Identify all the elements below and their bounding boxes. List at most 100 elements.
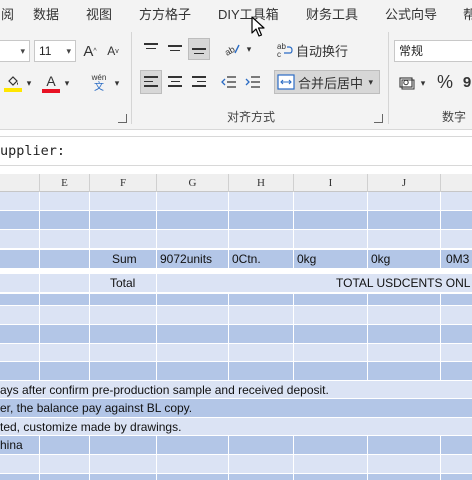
total-amount-text: TOTAL USDCENTS ONL (336, 276, 471, 290)
align-right-button[interactable] (188, 70, 210, 94)
mouse-cursor-icon (251, 16, 265, 37)
font-dialog-launcher[interactable] (118, 114, 127, 123)
row-divider (0, 473, 472, 474)
tab-diy-toolbox[interactable]: DIY工具箱 (218, 4, 279, 23)
column-header-k[interactable] (441, 174, 472, 192)
row-divider (0, 210, 472, 211)
tab-finance-tools[interactable]: 财务工具 (306, 4, 358, 23)
table-row[interactable]: ted, customize made by drawings. (0, 418, 472, 436)
balance-terms-text: er, the balance pay against BL copy. (0, 401, 193, 415)
column-header-j[interactable]: J (368, 174, 441, 192)
group-separator (131, 32, 132, 124)
grow-font-icon: A (83, 42, 94, 60)
tab-review[interactable]: 审阅 (0, 4, 14, 23)
row-divider (0, 380, 472, 381)
number-group-label: 数字 (442, 110, 467, 124)
row-divider (0, 273, 472, 274)
column-h-cells (229, 192, 294, 274)
tab-formula-wizard[interactable]: 公式向导 (385, 4, 437, 23)
column-d-cells (0, 192, 40, 381)
column-header-g[interactable]: G (157, 174, 229, 192)
paint-bucket-icon (8, 76, 18, 86)
phonetic-button[interactable]: wén 文 (88, 70, 110, 96)
packing-terms-text: ted, customize made by drawings. (0, 420, 182, 434)
decrease-indent-button[interactable] (218, 70, 240, 94)
align-middle-icon (168, 45, 182, 54)
comma-icon: 9 (462, 73, 472, 91)
accounting-dropdown[interactable]: ▾ (418, 75, 428, 91)
formula-bar[interactable]: upplier: (0, 136, 472, 166)
align-top-button[interactable] (140, 38, 162, 60)
orientation-icon: ab (223, 44, 240, 57)
table-row[interactable]: er, the balance pay against BL copy. (0, 399, 472, 417)
phonetic-dropdown[interactable]: ▾ (112, 74, 122, 92)
merge-center-label: 合并后居中 (298, 75, 364, 91)
sheet-grid[interactable]: Sum 9072units 0Ctn. 0kg 0kg 0M3 Total TO… (0, 192, 472, 480)
column-j-cells (368, 294, 441, 381)
accounting-format-button[interactable] (396, 72, 418, 94)
font-name-combo[interactable]: ▾ (0, 40, 30, 62)
row-divider (0, 305, 472, 306)
wrap-text-button[interactable]: ab c 自动换行 (276, 39, 376, 61)
alignment-group-label: 对齐方式 (227, 110, 276, 124)
row-divider (0, 417, 472, 418)
row-divider (0, 249, 472, 250)
column-header-bar: E F G H I J (0, 174, 472, 192)
chevron-down-icon: ▾ (368, 76, 373, 87)
table-row[interactable]: ays after confirm pre-production sample … (0, 381, 472, 399)
font-size-combo[interactable]: 11 ▾ (34, 40, 76, 62)
phonetic-icon: 文 (94, 82, 104, 93)
svg-text:ab: ab (223, 44, 237, 57)
tab-help[interactable]: 帮助 (463, 4, 472, 23)
fill-color-swatch (4, 88, 22, 92)
align-middle-button[interactable] (164, 38, 186, 60)
align-bottom-button[interactable] (188, 38, 210, 60)
orientation-dropdown[interactable]: ▾ (244, 41, 254, 57)
align-center-button[interactable] (164, 70, 186, 94)
column-header-i[interactable]: I (294, 174, 368, 192)
tab-view[interactable]: 视图 (86, 4, 112, 23)
number-format-combo[interactable]: 常规 (394, 40, 472, 62)
sum-volume: 0M3 (446, 252, 470, 266)
merge-center-button[interactable]: 合并后居中 ▾ (274, 70, 380, 94)
column-header-e[interactable]: E (40, 174, 90, 192)
align-left-button[interactable] (140, 70, 162, 94)
percent-button[interactable]: % (434, 70, 456, 94)
shrink-font-icon: A (107, 44, 116, 58)
alignment-dialog-launcher[interactable] (374, 114, 383, 123)
grow-font-button[interactable]: A ^ (80, 40, 100, 62)
row-divider (0, 398, 472, 399)
font-color-swatch (42, 88, 60, 93)
column-f-cells (90, 192, 157, 381)
comma-style-button[interactable]: 9 (460, 70, 472, 94)
column-header-f[interactable]: F (90, 174, 157, 192)
font-color-button[interactable]: A (40, 70, 62, 96)
align-bottom-icon (192, 48, 206, 57)
column-header-d[interactable] (0, 174, 40, 192)
group-separator (388, 32, 389, 124)
align-left-icon (144, 76, 158, 90)
accounting-icon (399, 77, 415, 90)
merge-center-icon (277, 74, 295, 90)
ribbon-tab-bar: 审阅 数据 视图 方方格子 DIY工具箱 财务工具 公式向导 帮助 (0, 0, 472, 26)
align-center-icon (168, 76, 182, 90)
shrink-font-button[interactable]: Av (103, 40, 123, 62)
ribbon-home: ▾ 11 ▾ A ^ Av ▾ A ▾ wén 文 ▾ ab ▾ ab c 自动… (0, 26, 472, 130)
font-color-icon: A (46, 72, 56, 89)
tab-data[interactable]: 数据 (33, 4, 59, 23)
row-divider (0, 293, 472, 294)
font-size-value: 11 (39, 44, 52, 58)
fill-color-dropdown[interactable]: ▾ (24, 74, 34, 92)
row-divider (0, 324, 472, 325)
increase-indent-button[interactable] (242, 70, 264, 94)
tab-fangfang[interactable]: 方方格子 (139, 4, 191, 23)
column-header-h[interactable]: H (229, 174, 294, 192)
font-color-dropdown[interactable]: ▾ (62, 74, 72, 92)
row-divider (0, 229, 472, 230)
orientation-button[interactable]: ab (220, 38, 244, 60)
column-e-cells (40, 192, 90, 381)
column-g-cells (157, 192, 229, 274)
chevron-down-icon: ▾ (66, 46, 71, 56)
fill-color-button[interactable] (2, 70, 24, 96)
svg-text:c: c (277, 50, 281, 58)
